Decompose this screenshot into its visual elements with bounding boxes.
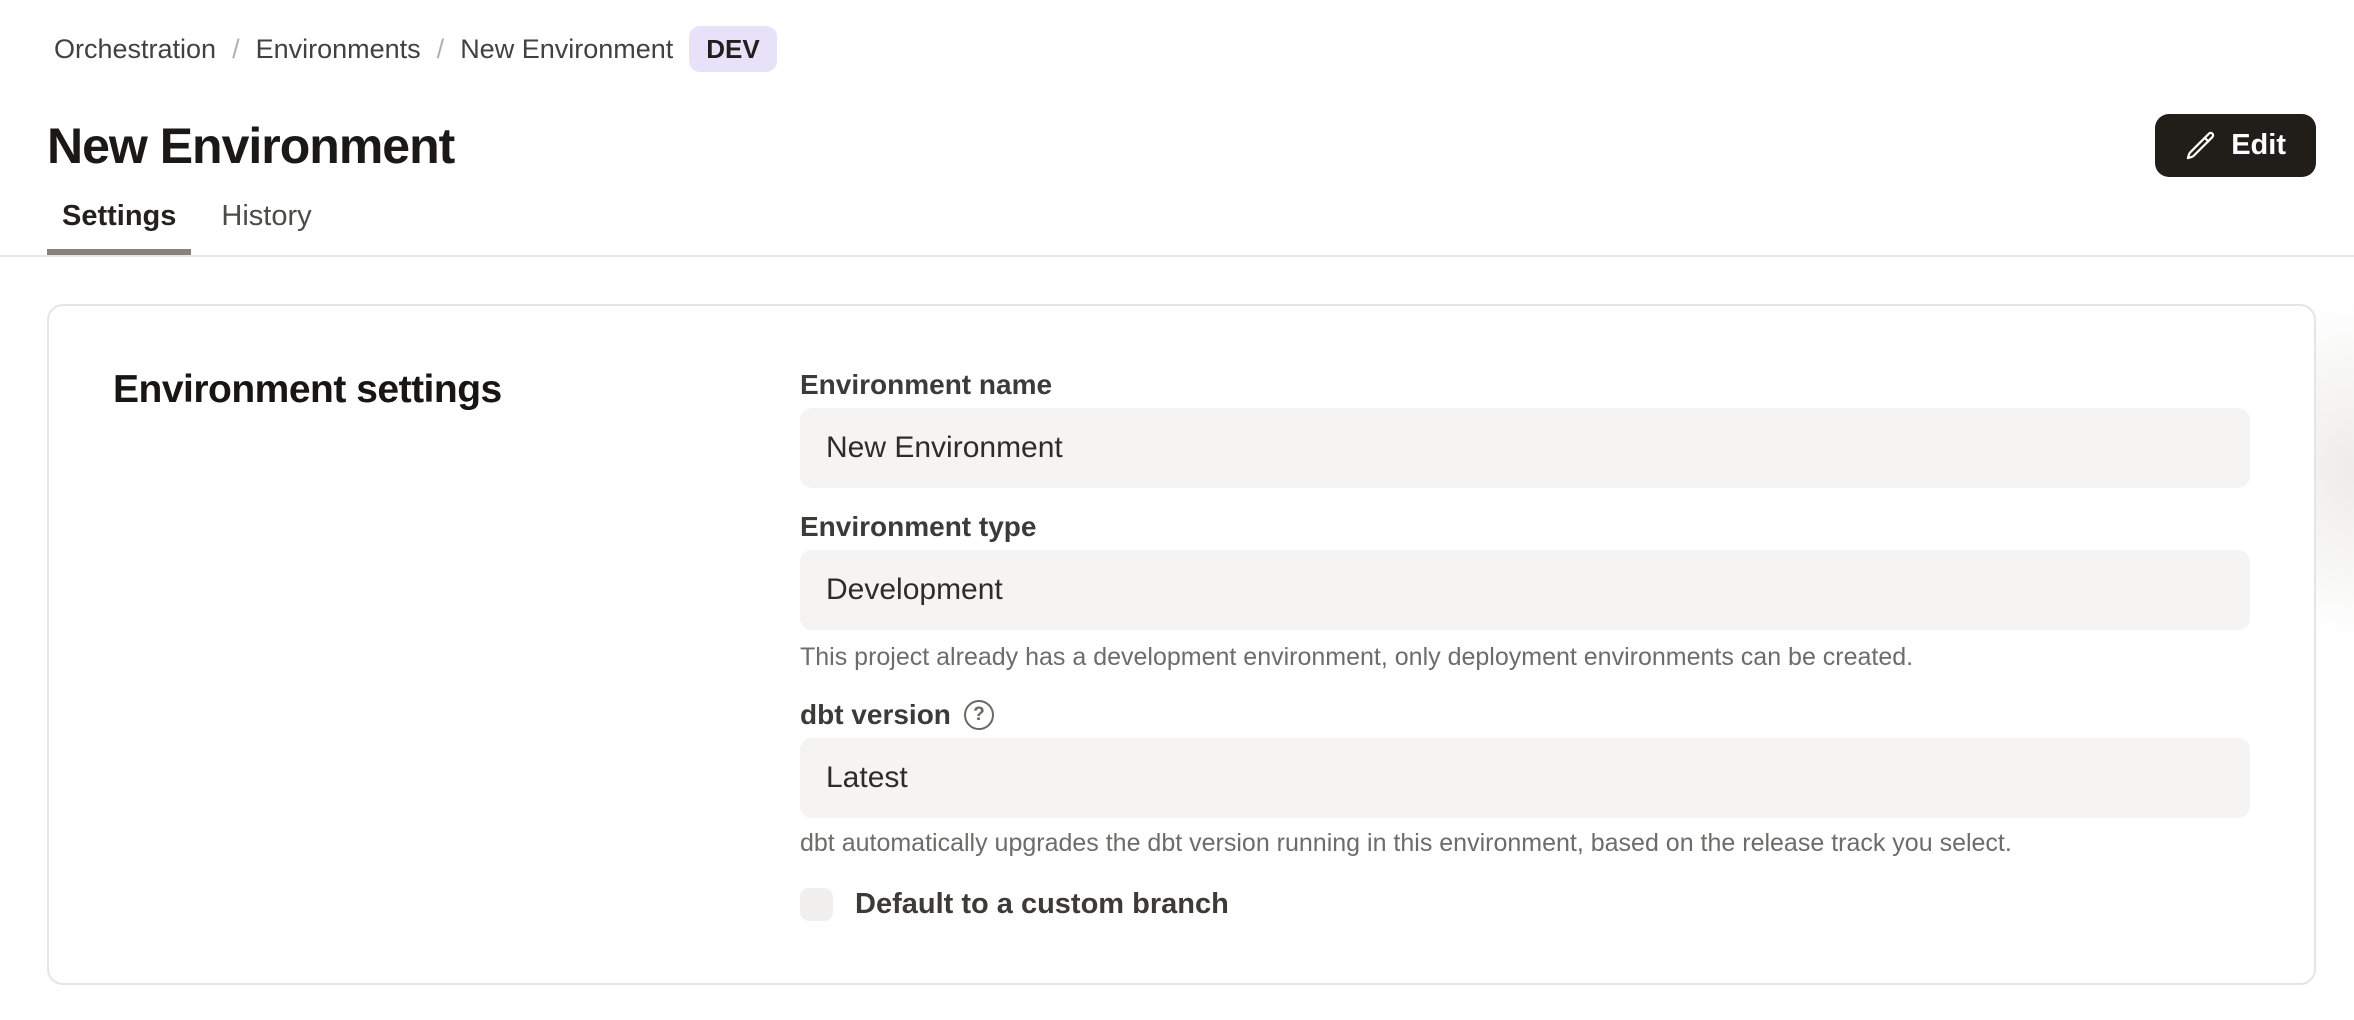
- dbt-version-label: dbt version: [800, 698, 951, 732]
- breadcrumb: Orchestration / Environments / New Envir…: [47, 26, 2316, 72]
- section-heading: Environment settings: [113, 368, 800, 412]
- tab-history[interactable]: History: [206, 199, 326, 255]
- custom-branch-checkbox[interactable]: [800, 888, 833, 921]
- environment-name-label: Environment name: [800, 368, 2250, 402]
- tab-bar: Settings History: [47, 199, 2316, 255]
- tabs-divider: [0, 255, 2354, 257]
- field-environment-type: Environment type Development This projec…: [800, 510, 2250, 672]
- pencil-icon: [2185, 130, 2216, 161]
- dbt-version-select[interactable]: Latest: [800, 738, 2250, 818]
- environment-name-value: New Environment: [826, 431, 1063, 465]
- environment-type-value: Development: [826, 573, 1003, 607]
- field-dbt-version: dbt version ? Latest dbt automatically u…: [800, 698, 2250, 858]
- breadcrumb-separator: /: [437, 34, 445, 65]
- edit-button-label: Edit: [2231, 129, 2286, 162]
- field-environment-name: Environment name New Environment: [800, 368, 2250, 488]
- environment-settings-form: Environment name New Environment Environ…: [800, 368, 2250, 921]
- tab-settings[interactable]: Settings: [47, 199, 191, 255]
- dbt-version-helper-text: dbt automatically upgrades the dbt versi…: [800, 828, 2250, 858]
- breadcrumb-item-new-environment[interactable]: New Environment: [460, 34, 673, 65]
- custom-branch-row: Default to a custom branch: [800, 888, 2250, 921]
- environment-type-select[interactable]: Development: [800, 550, 2250, 630]
- breadcrumb-separator: /: [232, 34, 240, 65]
- breadcrumb-item-environments[interactable]: Environments: [256, 34, 421, 65]
- page-header: New Environment Edit: [47, 114, 2316, 177]
- breadcrumb-item-orchestration[interactable]: Orchestration: [54, 34, 216, 65]
- environment-settings-card: Environment settings Environment name Ne…: [47, 304, 2316, 985]
- page: Orchestration / Environments / New Envir…: [0, 26, 2354, 985]
- environment-name-input[interactable]: New Environment: [800, 408, 2250, 488]
- edit-button[interactable]: Edit: [2155, 114, 2316, 177]
- environment-type-helper-text: This project already has a development e…: [800, 642, 2250, 672]
- page-title: New Environment: [47, 117, 454, 175]
- environment-type-label: Environment type: [800, 510, 2250, 544]
- dbt-version-value: Latest: [826, 761, 908, 795]
- help-icon[interactable]: ?: [964, 700, 994, 730]
- custom-branch-label: Default to a custom branch: [855, 888, 1229, 921]
- env-dev-badge: DEV: [689, 26, 776, 72]
